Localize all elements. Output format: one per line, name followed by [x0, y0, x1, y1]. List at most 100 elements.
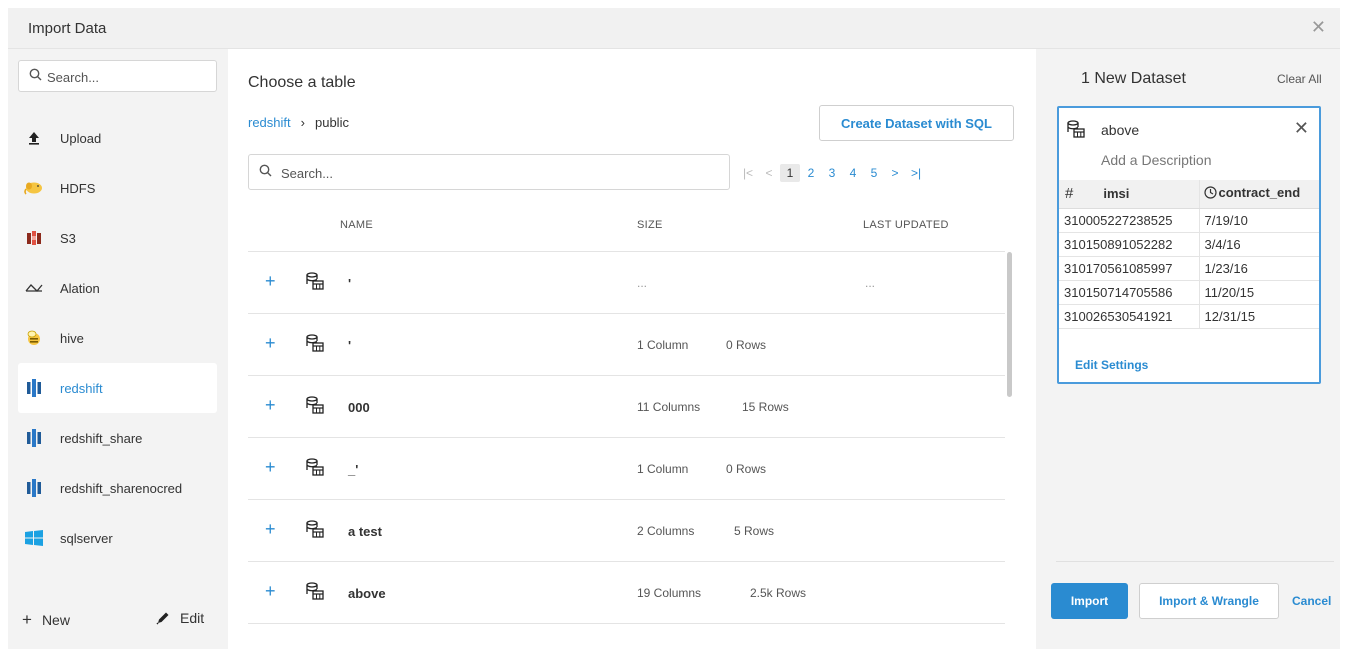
- table-name: ': [348, 338, 352, 353]
- sidebar-item-redshift-share[interactable]: redshift_share: [18, 413, 217, 463]
- preview-cell: 310150891052282: [1059, 232, 1200, 257]
- table-row[interactable]: + ' ... ...: [248, 252, 1005, 314]
- source-search-input[interactable]: [47, 67, 207, 87]
- table-columns: 2 Columns: [637, 524, 695, 538]
- alation-icon: [24, 283, 44, 293]
- table-chooser: Choose a table redshift › public Create Da…: [228, 49, 1036, 649]
- page-1-button[interactable]: 1: [780, 164, 800, 182]
- table-row[interactable]: + 000 11 Columns 15 Rows: [248, 376, 1005, 438]
- plus-icon: +: [22, 610, 32, 629]
- preview-row: 310150891052282 3/4/16: [1059, 232, 1319, 257]
- dataset-card: ✕ # imsi contract_end 3100052272385257/19…: [1057, 106, 1321, 384]
- add-icon[interactable]: +: [265, 581, 276, 601]
- preview-row: 310150714705586 11/20/15: [1059, 280, 1319, 305]
- table-icon: [306, 458, 324, 479]
- import-wrangle-button[interactable]: Import & Wrangle: [1139, 583, 1279, 619]
- upload-icon: [24, 131, 44, 145]
- create-dataset-sql-button[interactable]: Create Dataset with SQL: [819, 105, 1014, 141]
- sidebar-item-label: hive: [60, 330, 84, 346]
- preview-column-header[interactable]: contract_end: [1199, 180, 1319, 209]
- page-2-button[interactable]: 2: [801, 166, 821, 180]
- next-page-button[interactable]: >: [885, 166, 905, 180]
- table-row[interactable]: + ' 1 Column 0 Rows: [248, 314, 1005, 376]
- aws-s3-icon: [24, 230, 44, 246]
- new-source-button[interactable]: + New: [22, 610, 70, 630]
- preview-cell: 11/20/15: [1199, 280, 1319, 305]
- sidebar-item-label: redshift_sharenocred: [60, 480, 183, 496]
- table-search-box[interactable]: [248, 154, 730, 190]
- table-icon: [306, 520, 324, 541]
- sidebar-item-redshift[interactable]: redshift: [18, 363, 217, 413]
- preview-column-header[interactable]: # imsi: [1059, 180, 1200, 209]
- dataset-description-input[interactable]: [1101, 152, 1301, 168]
- sidebar-item-alation[interactable]: Alation: [18, 263, 217, 313]
- prev-page-button[interactable]: <: [759, 166, 779, 180]
- import-button[interactable]: Import: [1051, 583, 1128, 619]
- column-header-size[interactable]: SIZE: [637, 219, 663, 231]
- add-icon[interactable]: +: [265, 519, 276, 539]
- table-rows: 0 Rows: [726, 462, 767, 476]
- add-icon[interactable]: +: [265, 333, 276, 353]
- sidebar-item-sqlserver[interactable]: sqlserver: [18, 513, 217, 563]
- sidebar-item-label: sqlserver: [60, 530, 113, 546]
- add-icon[interactable]: +: [265, 395, 276, 415]
- table-name: _': [348, 462, 359, 477]
- search-icon: [259, 164, 272, 180]
- breadcrumb: redshift › public: [248, 115, 349, 130]
- new-dataset-panel: 1 New Dataset Clear All ✕ # imsi contract…: [1036, 49, 1340, 649]
- preview-header-row: # imsi contract_end: [1059, 180, 1319, 209]
- sidebar-item-redshift-sharenocred[interactable]: redshift_sharenocred: [18, 463, 217, 513]
- table-columns: 19 Columns: [637, 586, 702, 600]
- breadcrumb-schema: public: [314, 115, 349, 130]
- table-row[interactable]: + _' 1 Column 0 Rows: [248, 438, 1005, 500]
- dialog-title: Import Data: [28, 20, 107, 37]
- page-3-button[interactable]: 3: [822, 166, 842, 180]
- first-page-button[interactable]: |<: [738, 166, 758, 180]
- table-rows: 5 Rows: [734, 524, 775, 538]
- edit-sources-button[interactable]: Edit: [156, 610, 204, 628]
- remove-dataset-icon[interactable]: ✕: [1294, 118, 1309, 139]
- page-4-button[interactable]: 4: [843, 166, 863, 180]
- preview-cell: 7/19/10: [1199, 208, 1319, 233]
- table-row[interactable]: + above 19 Columns 2.5k Rows: [248, 562, 1005, 624]
- add-icon[interactable]: +: [265, 457, 276, 477]
- source-sidebar: Upload HDFS S3 Alation hive redshift: [8, 49, 228, 649]
- cancel-button[interactable]: Cancel: [1292, 594, 1331, 608]
- column-header-updated[interactable]: LAST UPDATED: [863, 219, 949, 231]
- number-type-icon: #: [1065, 185, 1074, 203]
- table-row[interactable]: + a test 2 Columns 5 Rows: [248, 500, 1005, 562]
- sidebar-item-upload[interactable]: Upload: [18, 113, 217, 163]
- table-name: above: [348, 586, 386, 601]
- page-5-button[interactable]: 5: [864, 166, 884, 180]
- preview-cell: 12/31/15: [1199, 304, 1319, 329]
- table-list-scrollbar[interactable]: [1007, 252, 1012, 397]
- clear-all-button[interactable]: Clear All: [1277, 72, 1322, 86]
- source-search-box[interactable]: [18, 60, 217, 92]
- close-icon[interactable]: ✕: [1311, 17, 1326, 38]
- table-columns: 11 Columns: [637, 400, 701, 414]
- sidebar-item-s3[interactable]: S3: [18, 213, 217, 263]
- table-search-input[interactable]: [281, 163, 711, 183]
- table-columns: 1 Column: [637, 338, 689, 352]
- sidebar-item-label: redshift: [60, 380, 103, 396]
- sidebar-item-label: HDFS: [60, 180, 96, 196]
- footer-divider: [1056, 561, 1334, 562]
- search-icon: [29, 68, 42, 84]
- windows-icon: [24, 530, 44, 546]
- preview-cell: 310026530541921: [1059, 304, 1200, 329]
- sidebar-item-hive[interactable]: hive: [18, 313, 217, 363]
- sidebar-item-hdfs[interactable]: HDFS: [18, 163, 217, 213]
- preview-cell: 3/4/16: [1199, 232, 1319, 257]
- table-rows: 2.5k Rows: [750, 586, 807, 600]
- redshift-icon: [24, 429, 44, 447]
- edit-settings-link[interactable]: Edit Settings: [1075, 358, 1148, 372]
- preview-cell: 310005227238525: [1059, 208, 1200, 233]
- add-icon[interactable]: +: [265, 271, 276, 291]
- last-page-button[interactable]: >|: [906, 166, 926, 180]
- table-name: ': [348, 276, 352, 291]
- preview-column-name: contract_end: [1218, 185, 1301, 201]
- column-header-name[interactable]: NAME: [340, 219, 373, 231]
- dataset-name-input[interactable]: [1101, 122, 1271, 138]
- breadcrumb-source[interactable]: redshift: [248, 115, 291, 130]
- redshift-icon: [24, 479, 44, 497]
